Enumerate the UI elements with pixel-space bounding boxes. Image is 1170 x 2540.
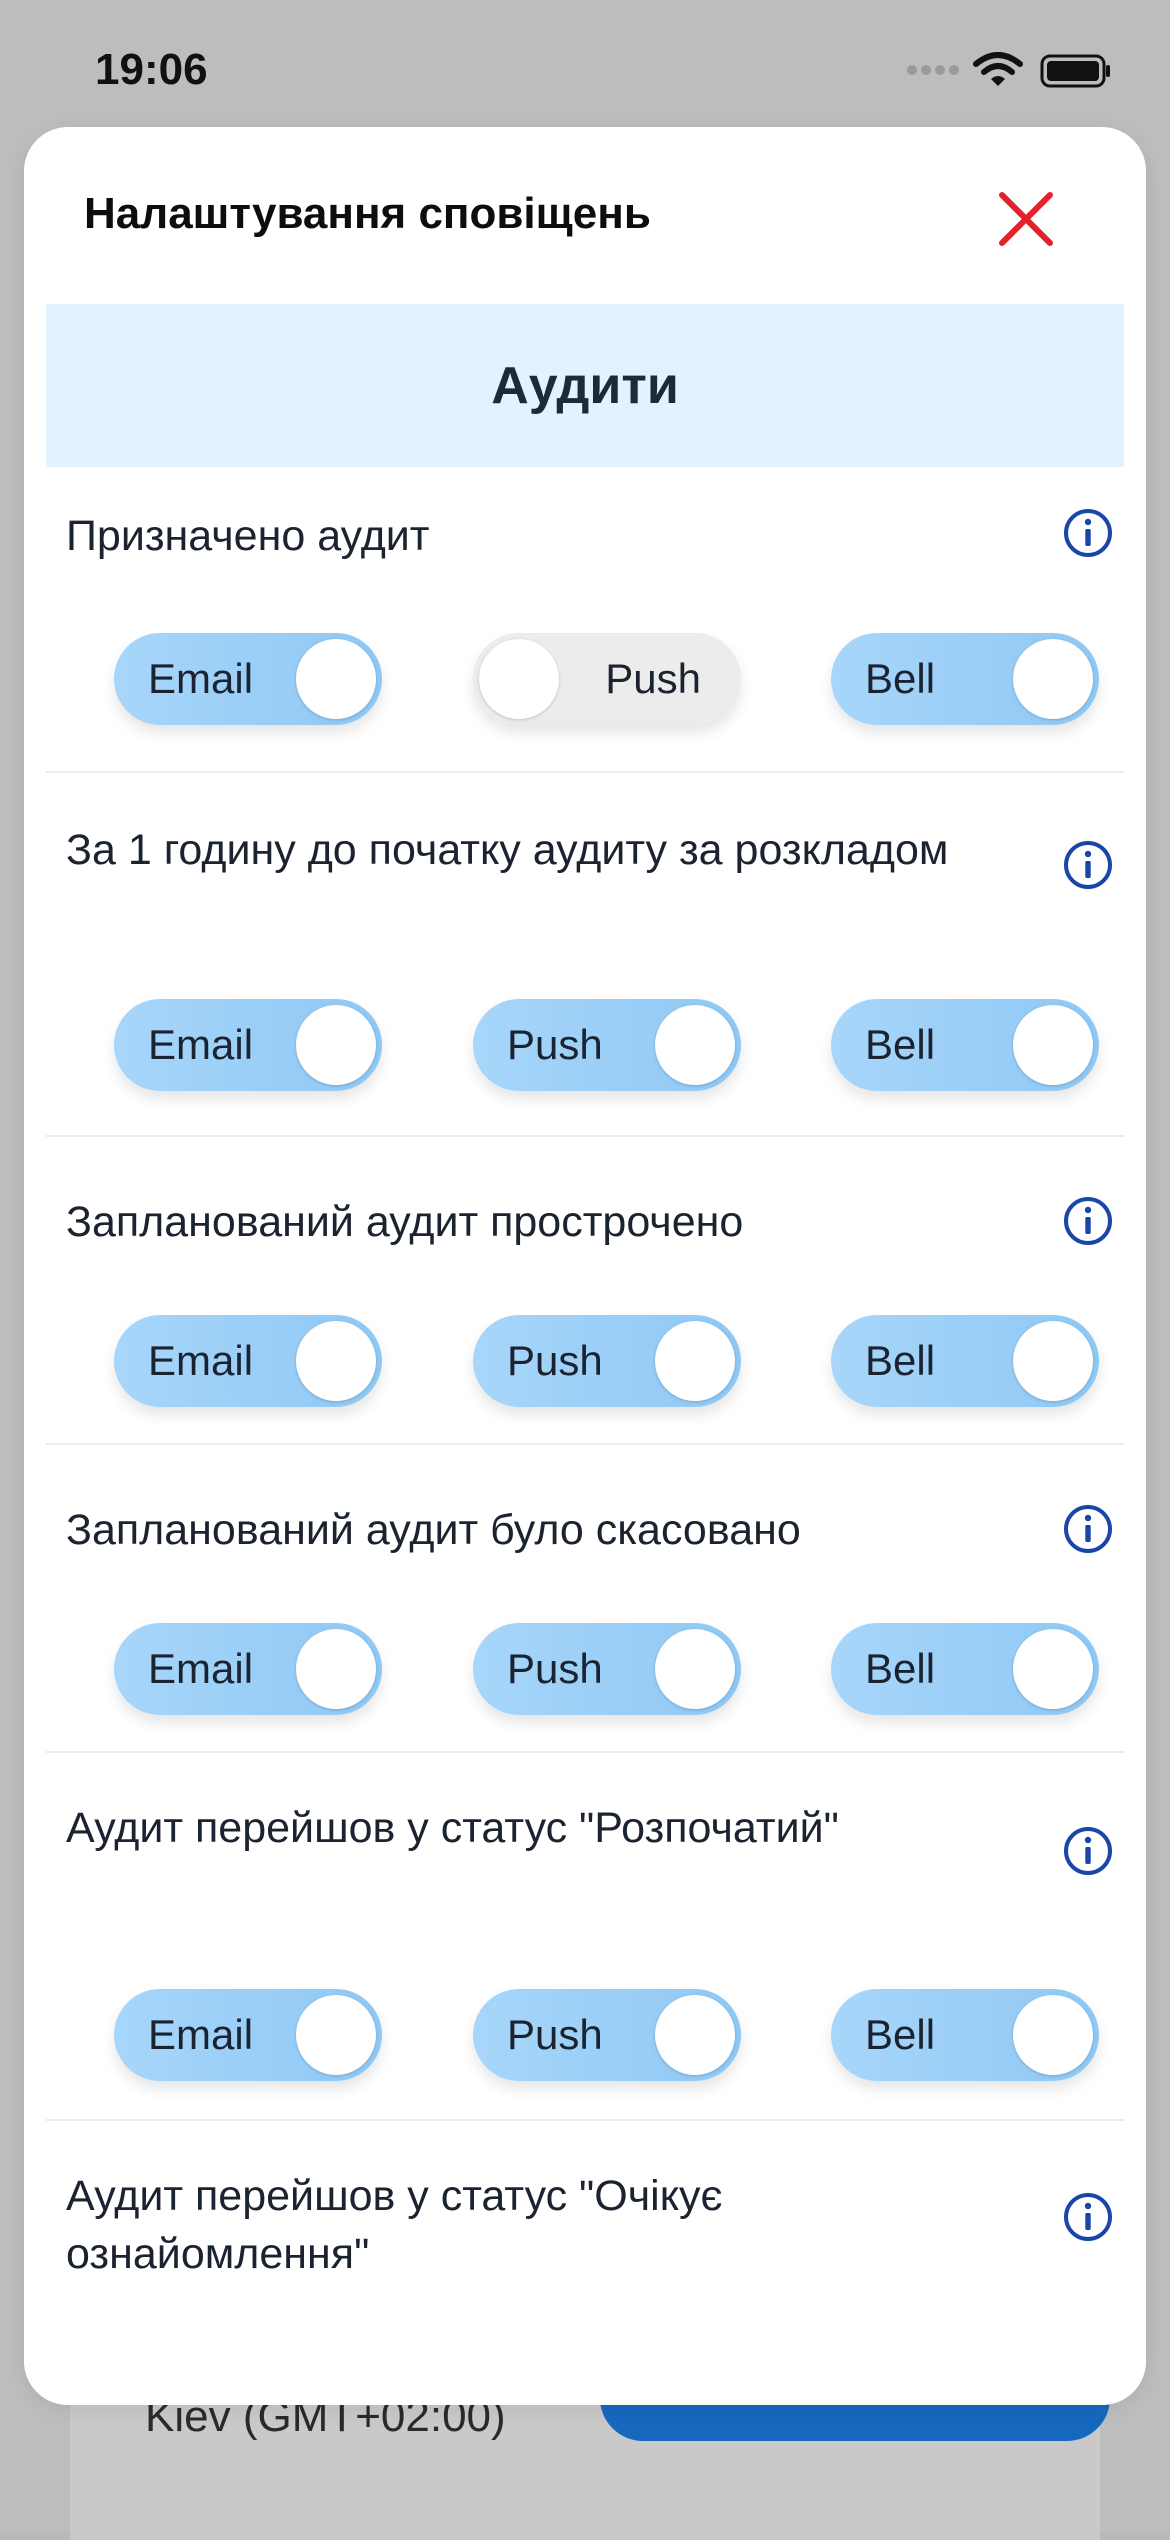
row-label: За 1 годину до початку аудиту за розклад… — [66, 826, 949, 874]
push-toggle[interactable]: Push — [473, 1623, 741, 1715]
toggle-knob — [296, 1995, 376, 2075]
toggle-label: Bell — [865, 1645, 936, 1692]
toggle-label: Push — [507, 1645, 603, 1692]
toggle-knob — [1013, 1321, 1093, 1401]
toggle-label: Bell — [865, 655, 936, 702]
info-icon[interactable] — [1062, 1825, 1114, 1877]
toggle-label: Push — [507, 2011, 603, 2058]
info-icon[interactable] — [1062, 1195, 1114, 1247]
toggle-knob — [296, 1629, 376, 1709]
setting-row-started: Аудит перейшов у статус "Розпочатий" Ema… — [46, 1753, 1124, 2121]
setting-row-assigned: Призначено аудит Email Push Bell — [46, 467, 1124, 773]
setting-row-cancelled: Запланований аудит було скасовано Email … — [46, 1445, 1124, 1753]
bell-toggle[interactable]: Bell — [831, 1315, 1099, 1407]
battery-icon — [1040, 54, 1110, 88]
toggle-knob — [1013, 639, 1093, 719]
close-button[interactable] — [986, 179, 1066, 259]
push-toggle[interactable]: Push — [473, 1989, 741, 2081]
bell-toggle[interactable]: Bell — [831, 633, 1099, 725]
email-toggle[interactable]: Email — [114, 1623, 382, 1715]
email-toggle[interactable]: Email — [114, 633, 382, 725]
toggle-knob — [655, 1005, 735, 1085]
toggle-label: Email — [148, 2011, 254, 2058]
row-label: Запланований аудит було скасовано — [66, 1506, 801, 1554]
toggle-knob — [1013, 1005, 1093, 1085]
scroll-fade — [24, 2315, 1146, 2405]
section-banner: Аудити — [46, 304, 1124, 467]
row-label: Аудит перейшов у статус "Розпочатий" — [66, 1804, 839, 1852]
toggle-label: Bell — [865, 1021, 936, 1068]
modal-title: Налаштування сповіщень — [84, 189, 651, 238]
status-time: 19:06 — [95, 45, 208, 94]
notification-settings-modal: Налаштування сповіщень Аудити Призначено… — [24, 127, 1146, 2405]
bell-toggle[interactable]: Bell — [831, 999, 1099, 1091]
toggle-knob — [296, 639, 376, 719]
email-toggle[interactable]: Email — [114, 999, 382, 1091]
info-icon[interactable] — [1062, 839, 1114, 891]
bell-toggle[interactable]: Bell — [831, 1623, 1099, 1715]
push-toggle[interactable]: Push — [473, 999, 741, 1091]
push-toggle[interactable]: Push — [473, 633, 741, 725]
toggle-knob — [655, 1629, 735, 1709]
toggle-label: Email — [148, 1021, 254, 1068]
info-icon[interactable] — [1062, 2191, 1114, 2243]
info-icon[interactable] — [1062, 1503, 1114, 1555]
email-toggle[interactable]: Email — [114, 1315, 382, 1407]
setting-row-one-hour-before: За 1 годину до початку аудиту за розклад… — [46, 773, 1124, 1137]
toggle-knob — [479, 639, 559, 719]
toggle-label: Push — [605, 655, 701, 702]
setting-row-overdue: Запланований аудит прострочено Email Pus… — [46, 1137, 1124, 1445]
row-label: Запланований аудит прострочено — [66, 1198, 744, 1246]
toggle-label: Bell — [865, 1337, 936, 1384]
section-title: Аудити — [491, 356, 679, 415]
row-label: Аудит перейшов у статус "Очікує ознайомл… — [66, 2172, 723, 2278]
toggle-knob — [296, 1321, 376, 1401]
toggle-knob — [296, 1005, 376, 1085]
wifi-icon — [973, 52, 1023, 86]
toggle-knob — [655, 1321, 735, 1401]
signal-icon — [907, 65, 959, 75]
push-toggle[interactable]: Push — [473, 1315, 741, 1407]
toggle-knob — [1013, 1995, 1093, 2075]
info-icon[interactable] — [1062, 507, 1114, 559]
toggle-label: Push — [507, 1337, 603, 1384]
modal-header: Налаштування сповіщень — [24, 127, 1146, 297]
status-bar: 19:06 — [0, 0, 1170, 120]
toggle-label: Push — [507, 1021, 603, 1068]
toggle-label: Email — [148, 655, 254, 702]
email-toggle[interactable]: Email — [114, 1989, 382, 2081]
settings-list: Призначено аудит Email Push Bell За 1 го… — [46, 467, 1124, 2381]
toggle-label: Email — [148, 1337, 254, 1384]
close-icon — [999, 192, 1053, 246]
toggle-knob — [1013, 1629, 1093, 1709]
bell-toggle[interactable]: Bell — [831, 1989, 1099, 2081]
row-label: Призначено аудит — [66, 512, 430, 560]
toggle-label: Bell — [865, 2011, 936, 2058]
toggle-knob — [655, 1995, 735, 2075]
toggle-label: Email — [148, 1645, 254, 1692]
